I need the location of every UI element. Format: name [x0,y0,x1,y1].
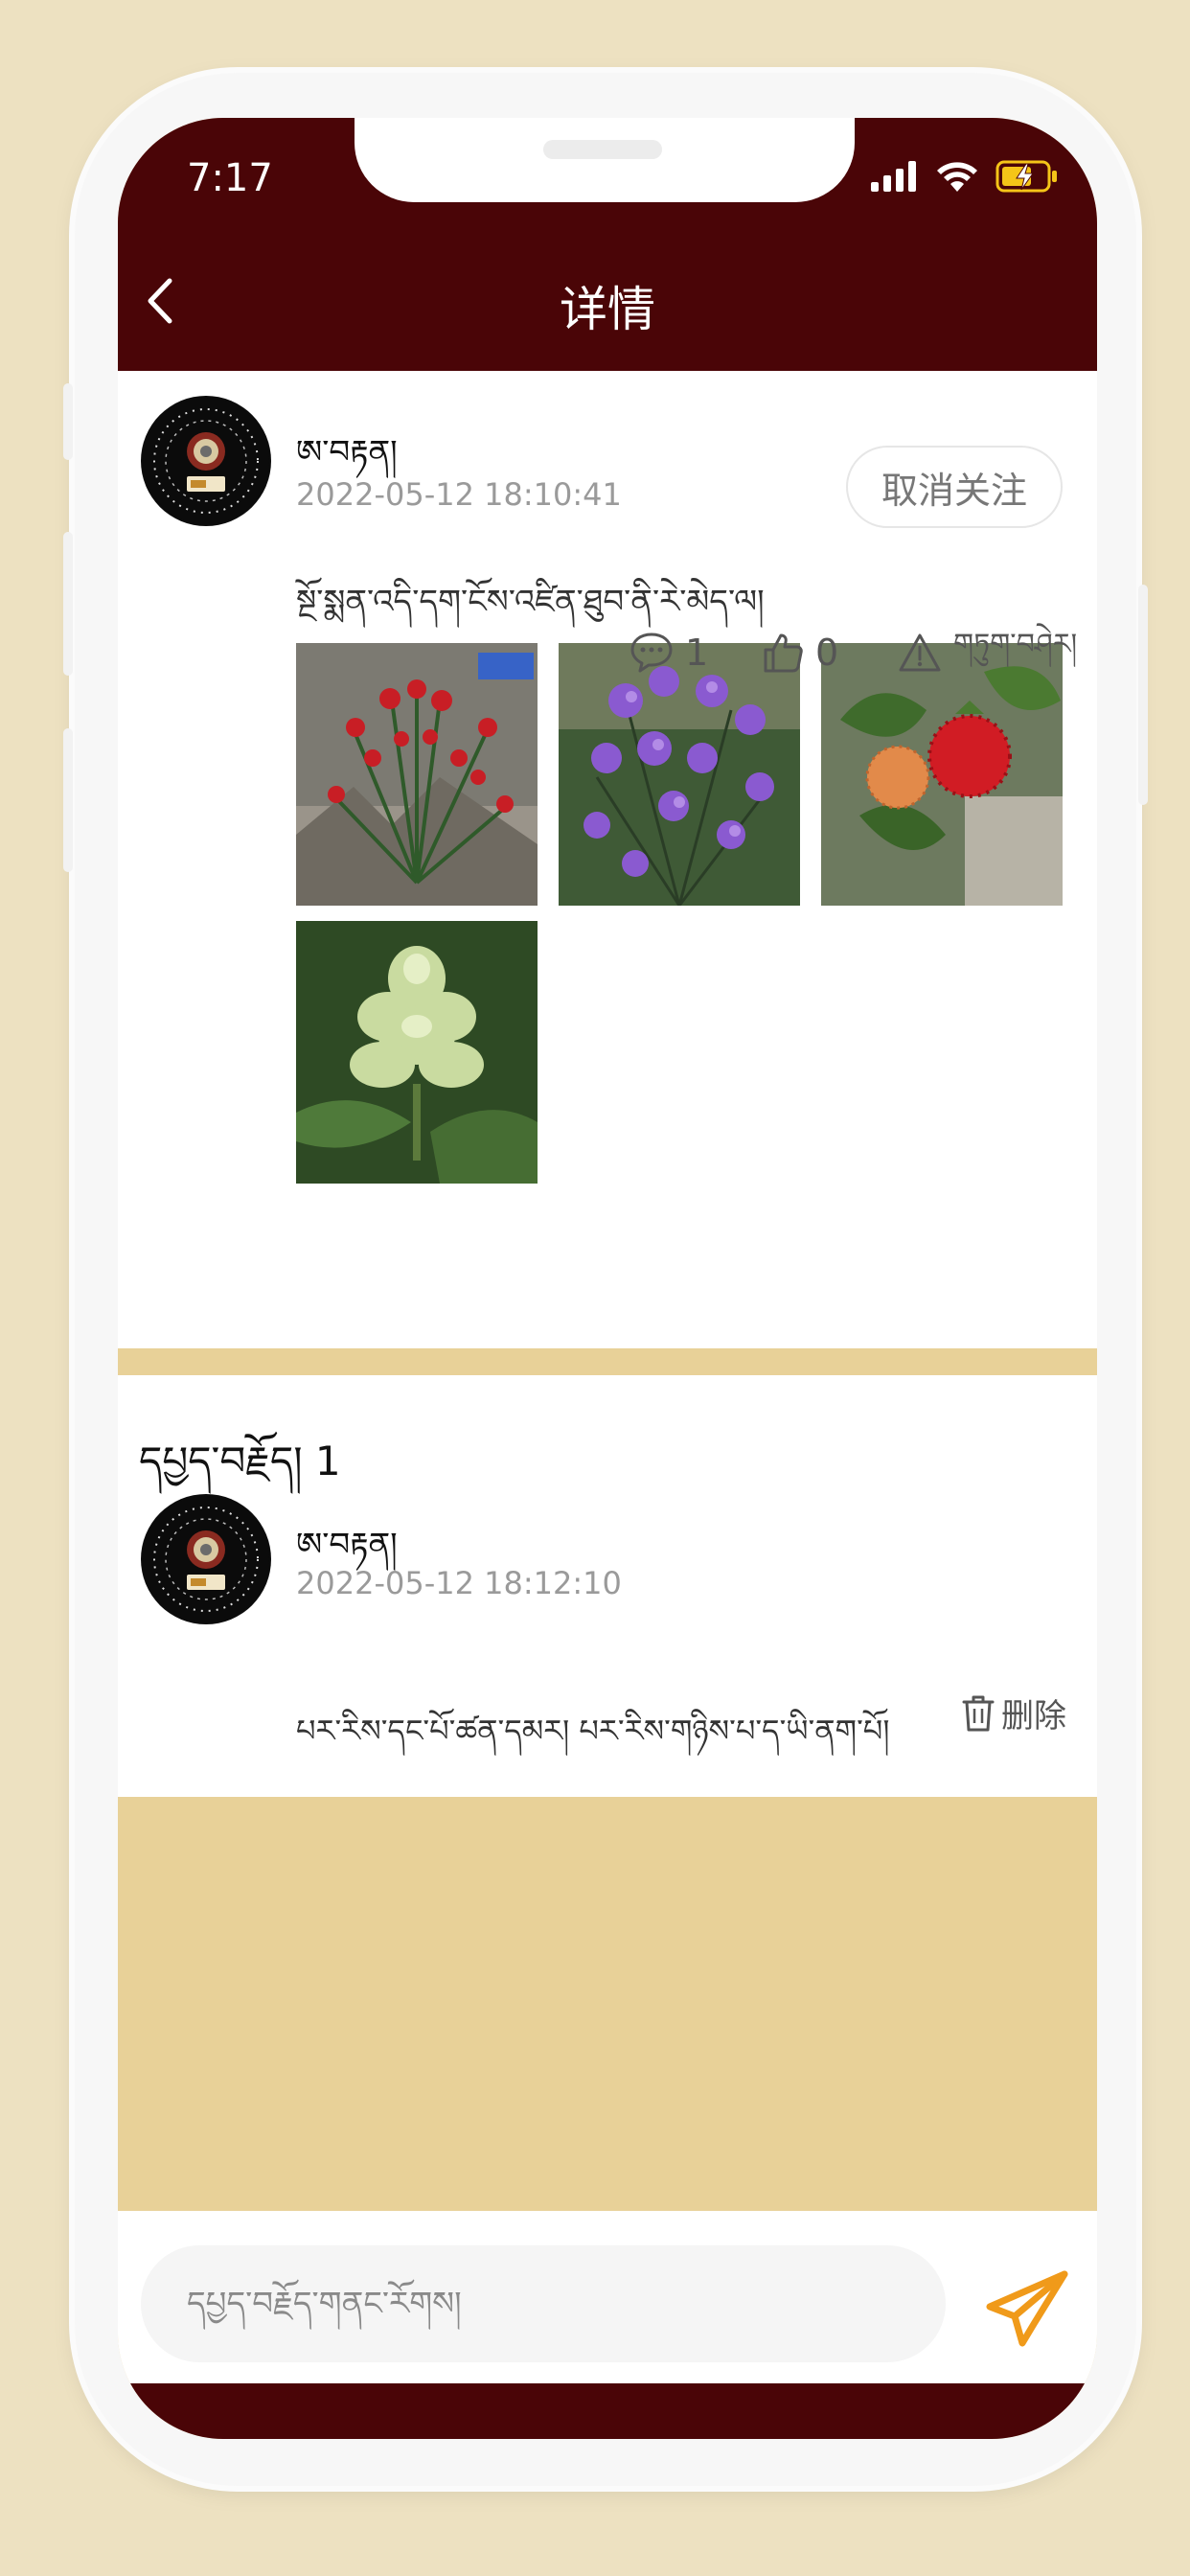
app-header: 7:17 详情 [118,118,1097,371]
phone-side-button [63,532,73,676]
phone-side-button [1138,585,1148,805]
comment-input[interactable] [141,2245,946,2362]
status-icons [871,160,1059,193]
post-image-pale-plant[interactable] [296,921,538,1184]
bottom-bar [118,2383,1097,2439]
comments-section: དཔྱད་བརྗོད། 1 ཨ་བརྟན། 2022-05-12 18:12:1… [118,1375,1097,1797]
wifi-icon [937,162,977,192]
speaker [543,140,662,159]
delete-comment-button[interactable]: 删除 [961,1690,1066,1736]
avatar[interactable] [141,396,271,526]
notch [355,118,855,202]
thumbs-up-icon [764,633,803,673]
comment-timestamp: 2022-05-12 18:12:10 [296,1565,622,1601]
comment-icon [630,632,673,673]
send-icon[interactable] [984,2268,1070,2351]
post-card: ཨ་བརྟན། 2022-05-12 18:10:41 取消关注 སྔོ་སྨན… [118,371,1097,1348]
signal-icon [871,161,916,192]
warning-icon [899,633,941,672]
comment-input-bar [118,2211,1097,2383]
comment-count: 1 [685,632,709,674]
unfollow-button[interactable]: 取消关注 [846,446,1063,528]
section-divider [118,1348,1097,1375]
post-image-purple-flowers[interactable] [559,643,800,906]
post-image-red-flowers[interactable] [296,643,538,906]
status-time: 7:17 [187,156,273,200]
empty-content-area [118,1797,1097,2211]
report-action[interactable]: གཏུག་བཤེར། [898,624,1077,681]
post-timestamp: 2022-05-12 18:10:41 [296,476,622,513]
page-title: 详情 [560,282,655,337]
battery-charging-icon [995,160,1057,193]
like-count: 0 [815,632,839,674]
comment-avatar[interactable] [141,1494,271,1624]
trash-icon [962,1695,995,1731]
comments-heading-label: དཔྱད་བརྗོད། [139,1438,303,1484]
delete-label: 删除 [1001,1697,1066,1736]
like-action[interactable]: 0 [762,624,838,681]
phone-side-button [63,728,73,872]
comment-action[interactable]: 1 [629,624,708,681]
comments-count: 1 [314,1438,341,1484]
phone-side-button [63,383,73,460]
app-screen: 7:17 详情 ཨ་བརྟན། 2022-05-12 18:10:41 取消关注… [118,118,1097,2439]
comment-text: པར་རིས་དང་པོ་ཚན་དམར། པར་རིས་གཉིས་པ་ད་ཡི་… [296,1713,890,1749]
report-label: གཏུག་བཤེར། [953,628,1078,661]
